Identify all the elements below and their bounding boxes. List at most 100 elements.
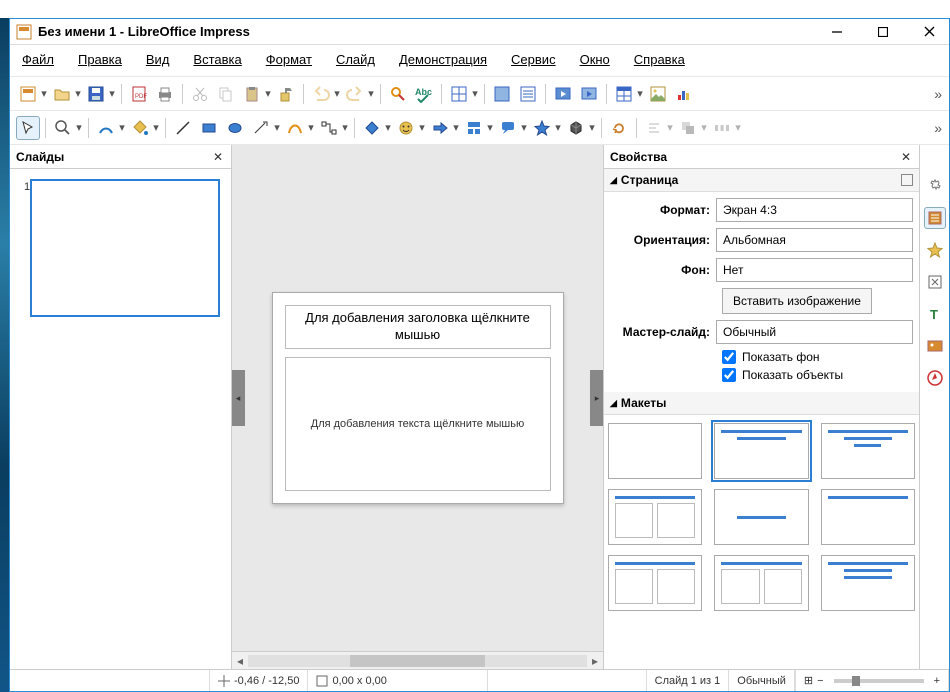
line-color-dropdown[interactable]: ▾ xyxy=(118,116,126,140)
sidebar-navigator-icon[interactable] xyxy=(924,367,946,389)
ellipse-tool[interactable] xyxy=(223,116,247,140)
flowchart-dropdown[interactable]: ▾ xyxy=(486,116,494,140)
arrow-line-tool[interactable] xyxy=(249,116,273,140)
print-button[interactable] xyxy=(153,82,177,106)
zoom-dropdown[interactable]: ▾ xyxy=(75,116,83,140)
toolbar-overflow[interactable]: » xyxy=(934,86,943,102)
layout-4box[interactable] xyxy=(608,555,702,611)
layout-title-2col[interactable] xyxy=(714,555,808,611)
menu-format[interactable]: Формат xyxy=(260,49,318,70)
format-select[interactable]: Экран 4:3 xyxy=(716,198,913,222)
save-button[interactable] xyxy=(84,82,108,106)
curve-dropdown[interactable]: ▾ xyxy=(307,116,315,140)
sidebar-gallery-icon[interactable] xyxy=(924,335,946,357)
distribute-dropdown[interactable]: ▾ xyxy=(734,116,742,140)
page-section-header[interactable]: ◢ Страница xyxy=(604,169,919,192)
menu-edit[interactable]: Правка xyxy=(72,49,128,70)
paste-dropdown[interactable]: ▾ xyxy=(264,82,272,106)
redo-button[interactable] xyxy=(343,82,367,106)
new-dropdown[interactable]: ▾ xyxy=(40,82,48,106)
zoom-out-icon[interactable]: − xyxy=(817,675,823,687)
menu-help[interactable]: Справка xyxy=(628,49,691,70)
layout-blank[interactable] xyxy=(608,423,702,479)
start-current-button[interactable] xyxy=(577,82,601,106)
menu-window[interactable]: Окно xyxy=(574,49,616,70)
arrow-line-dropdown[interactable]: ▾ xyxy=(273,116,281,140)
3d-objects-tool[interactable] xyxy=(564,116,588,140)
rotate-tool[interactable] xyxy=(607,116,631,140)
open-dropdown[interactable]: ▾ xyxy=(74,82,82,106)
slide-canvas[interactable]: Для добавления заголовка щёлкните мышью … xyxy=(272,292,564,504)
zoom-fit-icon[interactable]: ⊞ xyxy=(804,674,813,687)
menu-slide[interactable]: Слайд xyxy=(330,49,381,70)
layout-2box[interactable] xyxy=(608,489,702,545)
view-outline-button[interactable] xyxy=(516,82,540,106)
select-tool[interactable] xyxy=(16,116,40,140)
view-normal-button[interactable] xyxy=(490,82,514,106)
symbol-shapes-dropdown[interactable]: ▾ xyxy=(418,116,426,140)
menu-view[interactable]: Вид xyxy=(140,49,176,70)
slide-thumbnail[interactable]: 1 xyxy=(18,179,223,317)
redo-dropdown[interactable]: ▾ xyxy=(367,82,375,106)
export-pdf-button[interactable]: PDF xyxy=(127,82,151,106)
block-arrows-tool[interactable] xyxy=(428,116,452,140)
fill-color-tool[interactable] xyxy=(128,116,152,140)
section-menu-icon[interactable] xyxy=(901,174,913,186)
arrange-tool[interactable] xyxy=(676,116,700,140)
insert-chart-button[interactable] xyxy=(672,82,696,106)
drawbar-overflow[interactable]: » xyxy=(934,120,943,136)
maximize-button[interactable] xyxy=(869,22,897,42)
zoom-tool[interactable] xyxy=(51,116,75,140)
3d-dropdown[interactable]: ▾ xyxy=(588,116,596,140)
align-dropdown[interactable]: ▾ xyxy=(666,116,674,140)
align-tool[interactable] xyxy=(642,116,666,140)
layouts-section-header[interactable]: ◢ Макеты xyxy=(604,392,919,415)
orientation-select[interactable]: Альбомная xyxy=(716,228,913,252)
title-placeholder[interactable]: Для добавления заголовка щёлкните мышью xyxy=(285,305,551,349)
undo-dropdown[interactable]: ▾ xyxy=(333,82,341,106)
basic-shapes-tool[interactable] xyxy=(360,116,384,140)
slides-panel-close-icon[interactable]: ✕ xyxy=(211,150,225,164)
show-background-checkbox[interactable]: Показать фон xyxy=(610,350,913,364)
cut-button[interactable] xyxy=(188,82,212,106)
block-arrows-dropdown[interactable]: ▾ xyxy=(452,116,460,140)
sidebar-master-icon[interactable]: T xyxy=(924,303,946,325)
zoom-controls[interactable]: ⊞ − + xyxy=(795,670,949,691)
grid-dropdown[interactable]: ▾ xyxy=(471,82,479,106)
callouts-tool[interactable] xyxy=(496,116,520,140)
start-first-button[interactable] xyxy=(551,82,575,106)
arrange-dropdown[interactable]: ▾ xyxy=(700,116,708,140)
save-dropdown[interactable]: ▾ xyxy=(108,82,116,106)
basic-shapes-dropdown[interactable]: ▾ xyxy=(384,116,392,140)
minimize-button[interactable] xyxy=(823,22,851,42)
zoom-slider[interactable] xyxy=(834,679,924,683)
sidebar-animation-icon[interactable] xyxy=(924,271,946,293)
connector-dropdown[interactable]: ▾ xyxy=(341,116,349,140)
panel-collapse-left[interactable]: ◂ xyxy=(232,370,245,426)
new-button[interactable] xyxy=(16,82,40,106)
paste-button[interactable] xyxy=(240,82,264,106)
menu-tools[interactable]: Сервис xyxy=(505,49,562,70)
symbol-shapes-tool[interactable] xyxy=(394,116,418,140)
show-objects-checkbox[interactable]: Показать объекты xyxy=(610,368,913,382)
callouts-dropdown[interactable]: ▾ xyxy=(520,116,528,140)
grid-button[interactable] xyxy=(447,82,471,106)
properties-panel-close-icon[interactable]: ✕ xyxy=(899,150,913,164)
close-button[interactable] xyxy=(915,22,943,42)
line-tool[interactable] xyxy=(171,116,195,140)
layout-title-only[interactable] xyxy=(821,489,915,545)
insert-table-button[interactable] xyxy=(612,82,636,106)
undo-button[interactable] xyxy=(309,82,333,106)
rectangle-tool[interactable] xyxy=(197,116,221,140)
spellcheck-button[interactable]: Abc xyxy=(412,82,436,106)
layout-centered[interactable] xyxy=(714,489,808,545)
flowchart-tool[interactable] xyxy=(462,116,486,140)
stars-tool[interactable] xyxy=(530,116,554,140)
find-replace-button[interactable] xyxy=(386,82,410,106)
copy-button[interactable] xyxy=(214,82,238,106)
sidebar-transitions-icon[interactable] xyxy=(924,239,946,261)
layout-3row[interactable] xyxy=(821,555,915,611)
background-select[interactable]: Нет xyxy=(716,258,913,282)
panel-collapse-right[interactable]: ▸ xyxy=(590,370,603,426)
table-dropdown[interactable]: ▾ xyxy=(636,82,644,106)
